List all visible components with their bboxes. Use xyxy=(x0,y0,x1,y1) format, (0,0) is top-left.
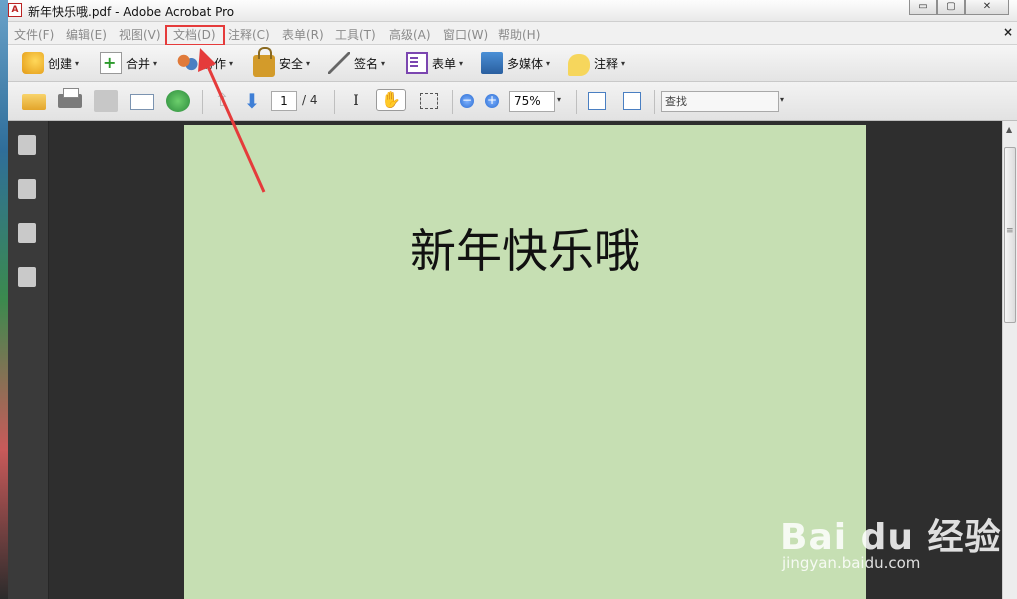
separator xyxy=(576,90,577,114)
desktop-background xyxy=(0,0,8,599)
secure-label: 安全 xyxy=(279,56,304,71)
chevron-down-icon[interactable]: ▾ xyxy=(780,95,784,104)
combine-label: 合并 xyxy=(126,56,151,71)
create-icon xyxy=(22,52,44,74)
window-title: 新年快乐哦.pdf - Adobe Acrobat Pro xyxy=(28,5,235,19)
save-icon[interactable] xyxy=(94,90,118,112)
chevron-down-icon[interactable]: ▾ xyxy=(557,95,561,104)
separator xyxy=(452,90,453,114)
scrollbar-thumb[interactable] xyxy=(1004,147,1016,323)
menu-window[interactable]: 窗口(W) xyxy=(443,26,488,43)
fit-width-icon[interactable] xyxy=(588,92,606,110)
chevron-down-icon: ▾ xyxy=(459,58,464,68)
multimedia-button[interactable]: 多媒体 ▾ xyxy=(481,51,550,75)
window-controls: ▭ ▢ ✕ xyxy=(909,0,1009,16)
zoom-level-input[interactable]: 75% xyxy=(509,91,555,112)
chevron-down-icon: ▾ xyxy=(306,58,311,68)
menu-help[interactable]: 帮助(H) xyxy=(498,26,540,43)
menu-document-highlight xyxy=(165,25,225,46)
sign-label: 签名 xyxy=(354,56,379,71)
pen-icon xyxy=(328,52,350,74)
layers-icon[interactable] xyxy=(18,223,36,243)
comment-button[interactable]: 注释 ▾ xyxy=(568,51,626,76)
hand-tool-icon[interactable]: ✋ xyxy=(376,89,406,111)
comment-label: 注释 xyxy=(594,56,619,71)
pdf-page[interactable]: 新年快乐哦 xyxy=(184,125,866,599)
email-icon[interactable] xyxy=(130,94,154,110)
page-total: / 4 xyxy=(302,93,318,107)
signatures-icon[interactable] xyxy=(18,267,36,287)
title-bar: A 新年快乐哦.pdf - Adobe Acrobat Pro ▭ ▢ ✕ xyxy=(8,0,1017,22)
acrobat-icon: A xyxy=(8,3,22,17)
menu-view[interactable]: 视图(V) xyxy=(119,26,161,43)
create-label: 创建 xyxy=(48,56,73,71)
marquee-zoom-icon[interactable] xyxy=(420,93,438,109)
maximize-button[interactable]: ▢ xyxy=(937,0,965,15)
secure-button[interactable]: 安全 ▾ xyxy=(253,47,311,77)
chevron-down-icon: ▾ xyxy=(621,58,626,68)
sign-button[interactable]: 签名 ▾ xyxy=(328,51,385,75)
open-folder-icon[interactable] xyxy=(22,94,46,110)
task-toolbar: 创建 ▾ 合并 ▾ 协作 ▾ 安全 ▾ 签名 ▾ 表单 ▾ xyxy=(8,45,1017,82)
watermark-logo: Bai du 经验 xyxy=(780,517,1002,558)
menu-tools[interactable]: 工具(T) xyxy=(335,26,376,43)
file-toolbar: ⇧ ⬇ 1 / 4 I ✋ − + 75% ▾ 查找 ▾ xyxy=(8,82,1017,121)
forms-button[interactable]: 表单 ▾ xyxy=(406,51,463,75)
page-number-input[interactable]: 1 xyxy=(271,91,297,111)
forms-label: 表单 xyxy=(432,56,457,71)
next-page-icon[interactable]: ⬇ xyxy=(240,90,264,112)
separator xyxy=(202,90,203,114)
find-input[interactable]: 查找 xyxy=(661,91,779,112)
web-share-icon[interactable] xyxy=(166,90,190,112)
film-icon xyxy=(481,52,503,74)
watermark-url: jingyan.baidu.com xyxy=(782,554,921,572)
separator xyxy=(334,90,335,114)
zoom-in-icon[interactable]: + xyxy=(485,94,499,108)
baidu-watermark: Bai du 经验 jingyan.baidu.com xyxy=(780,490,1005,590)
menu-comments[interactable]: 注释(C) xyxy=(228,26,270,43)
menu-edit[interactable]: 编辑(E) xyxy=(66,26,107,43)
pages-icon[interactable] xyxy=(18,135,36,155)
menu-advanced[interactable]: 高级(A) xyxy=(389,26,431,43)
combine-icon xyxy=(100,52,122,74)
comment-bubble-icon xyxy=(568,54,590,76)
zoom-out-icon[interactable]: − xyxy=(460,94,474,108)
multimedia-label: 多媒体 xyxy=(507,56,544,71)
menu-forms[interactable]: 表单(R) xyxy=(282,26,324,43)
chevron-down-icon: ▾ xyxy=(153,58,158,68)
select-text-icon[interactable]: I xyxy=(344,90,368,112)
collaborate-button[interactable]: 协作 ▾ xyxy=(176,51,233,75)
chevron-down-icon: ▾ xyxy=(381,58,386,68)
lock-icon xyxy=(253,47,275,77)
navigation-panel xyxy=(8,121,49,599)
page-heading: 新年快乐哦 xyxy=(410,224,640,278)
close-document-icon[interactable]: × xyxy=(1003,25,1013,39)
print-icon[interactable] xyxy=(58,88,82,108)
combine-button[interactable]: 合并 ▾ xyxy=(100,51,157,75)
menu-file[interactable]: 文件(F) xyxy=(14,26,54,43)
separator xyxy=(654,90,655,114)
previous-page-icon[interactable]: ⇧ xyxy=(210,90,234,112)
minimize-button[interactable]: ▭ xyxy=(909,0,937,15)
menu-bar: 文件(F) 编辑(E) 视图(V) 文档(D) 注释(C) 表单(R) 工具(T… xyxy=(8,22,1017,45)
bookmarks-icon[interactable] xyxy=(18,179,36,199)
fit-page-icon[interactable] xyxy=(623,92,641,110)
scroll-up-icon[interactable]: ▲ xyxy=(1006,125,1012,134)
form-icon xyxy=(406,52,428,74)
chevron-down-icon: ▾ xyxy=(229,58,234,68)
collaborate-label: 协作 xyxy=(202,56,227,71)
collaborate-icon xyxy=(176,52,198,74)
chevron-down-icon: ▾ xyxy=(546,58,551,68)
create-button[interactable]: 创建 ▾ xyxy=(22,51,79,75)
chevron-down-icon: ▾ xyxy=(75,58,80,68)
close-button[interactable]: ✕ xyxy=(965,0,1009,15)
